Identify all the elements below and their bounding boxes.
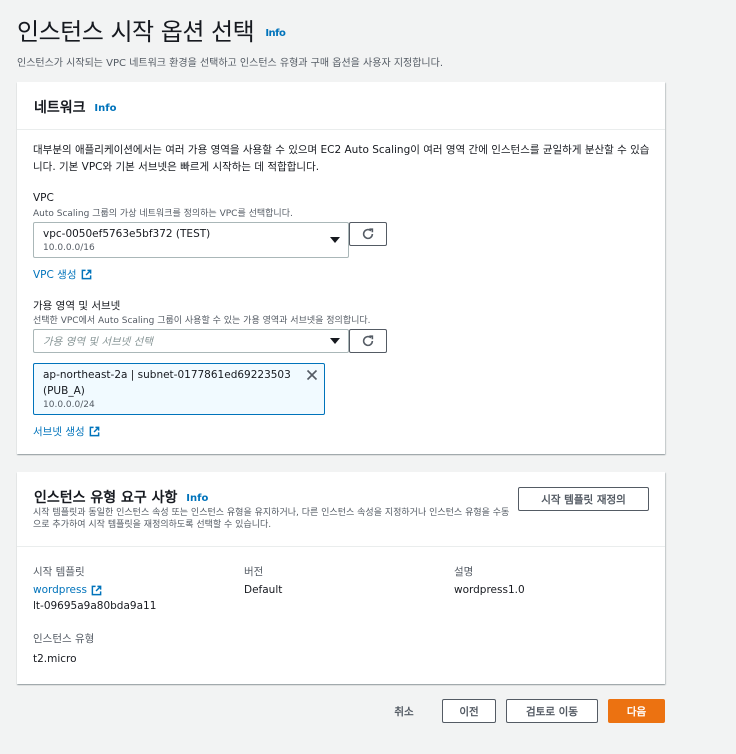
template-label: 시작 템플릿 [33,566,85,578]
vpc-cidr: 10.0.0.0/16 [43,243,95,253]
selected-subnet-token: ap-northeast-2a | subnet-0177861ed692235… [33,363,325,415]
az-label: 가용 영역 및 서브넷 [33,300,121,312]
vpc-select[interactable]: vpc-0050ef5763e5bf372 (TEST) 10.0.0.0/16 [33,222,349,258]
template-link-text: wordpress [33,584,87,596]
az-subnet-placeholder: 가용 영역 및 서브넷 선택 [43,336,153,348]
instance-type-info-link[interactable]: Info [186,493,208,504]
network-title: 네트워크 Info [34,97,116,117]
page-description: 인스턴스가 시작되는 VPC 네트워크 환경을 선택하고 인스턴스 유형과 구매… [17,58,443,69]
az-refresh-button[interactable] [349,329,387,353]
description-label: 설명 [454,566,474,578]
refresh-icon [362,335,374,347]
review-button[interactable]: 검토로 이동 [506,699,598,723]
chevron-down-icon [330,338,340,344]
vpc-refresh-button[interactable] [349,222,387,246]
template-id: lt-09695a9a80bda9a11 [33,600,157,612]
close-icon[interactable] [306,369,318,381]
create-vpc-link[interactable]: VPC 생성 [33,267,92,282]
subnet-token-cidr: 10.0.0.0/24 [43,400,95,410]
description-value: wordpress1.0 [454,584,525,596]
az-sublabel: 선택한 VPC에서 Auto Scaling 그룹이 사용할 수 있는 가용 영… [33,316,371,326]
next-button[interactable]: 다음 [608,699,665,723]
page-title-text: 인스턴스 시작 옵션 선택 [17,18,255,46]
page-info-link[interactable]: Info [265,28,286,39]
external-link-icon [91,585,102,595]
subnet-token-line2: (PUB_A) [43,385,85,397]
instance-type-header: 인스턴스 유형 요구 사항 Info 시작 템플릿과 동일한 인스턴스 속성 또… [17,472,665,547]
subnet-token-line1: ap-northeast-2a | subnet-0177861ed692235… [43,369,291,381]
vpc-sublabel: Auto Scaling 그룹의 가상 네트워크를 정의하는 VPC를 선택합니… [33,209,293,219]
page-title: 인스턴스 시작 옵션 선택 Info [17,12,286,47]
instance-type-panel: 인스턴스 유형 요구 사항 Info 시작 템플릿과 동일한 인스턴스 속성 또… [17,472,665,684]
instance-type-description: 시작 템플릿과 동일한 인스턴스 속성 또는 인스턴스 유형을 유지하거나, 다… [33,508,510,530]
vpc-label: VPC [33,192,54,204]
create-subnet-link-text: 서브넷 생성 [33,426,85,438]
vpc-select-value: vpc-0050ef5763e5bf372 (TEST) [43,228,211,240]
refresh-icon [362,228,374,240]
instance-type-label: 인스턴스 유형 [33,633,95,645]
network-info-link[interactable]: Info [94,103,116,114]
create-subnet-link[interactable]: 서브넷 생성 [33,424,100,439]
network-description: 대부분의 애플리케이션에서는 여러 가용 영역을 사용할 수 있으며 EC2 A… [33,144,650,173]
template-link[interactable]: wordpress [33,584,102,596]
version-label: 버전 [244,566,264,578]
version-value: Default [244,584,283,596]
override-template-button[interactable]: 시작 템플릿 재정의 [518,487,649,511]
cancel-button[interactable]: 취소 [382,699,426,723]
network-panel: 네트워크 Info 대부분의 애플리케이션에서는 여러 가용 영역을 사용할 수… [17,82,665,454]
external-link-icon [81,269,91,280]
chevron-down-icon [330,237,340,243]
instance-type-title: 인스턴스 유형 요구 사항 Info [34,487,208,507]
external-link-icon [89,426,99,437]
instance-type-value: t2.micro [33,653,77,665]
network-header: 네트워크 Info [17,82,665,130]
az-subnet-select[interactable]: 가용 영역 및 서브넷 선택 [33,329,349,353]
instance-type-title-text: 인스턴스 유형 요구 사항 [34,490,178,506]
previous-button[interactable]: 이전 [442,699,496,723]
create-vpc-link-text: VPC 생성 [33,269,77,281]
network-title-text: 네트워크 [34,100,86,116]
